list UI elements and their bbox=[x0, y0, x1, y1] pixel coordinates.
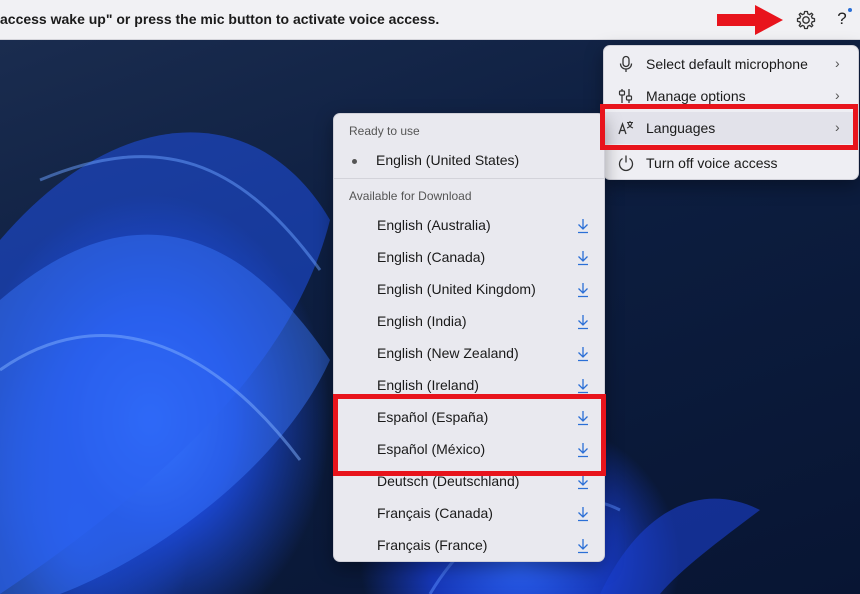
language-item[interactable]: English (Canada) bbox=[334, 242, 604, 274]
language-label: English (India) bbox=[377, 313, 467, 329]
language-label: English (United States) bbox=[376, 152, 520, 168]
language-item[interactable]: English (United Kingdom) bbox=[334, 274, 604, 306]
language-label: English (Canada) bbox=[377, 249, 486, 265]
notification-dot bbox=[848, 8, 852, 12]
download-icon[interactable] bbox=[576, 346, 590, 362]
language-item[interactable]: English (India) bbox=[334, 306, 604, 338]
download-icon[interactable] bbox=[576, 282, 590, 298]
voice-access-message: access wake up" or press the mic button … bbox=[0, 11, 440, 27]
download-icon[interactable] bbox=[576, 314, 590, 330]
options-icon bbox=[618, 89, 633, 103]
languages-submenu: Ready to use English (United States) Ava… bbox=[333, 113, 605, 562]
language-label: Français (France) bbox=[377, 537, 488, 553]
highlight-spanish-languages bbox=[333, 394, 606, 476]
chevron-right-icon: › bbox=[835, 55, 840, 71]
download-icon[interactable] bbox=[576, 218, 590, 234]
menu-item-label: Manage options bbox=[646, 88, 746, 104]
language-item[interactable]: English (New Zealand) bbox=[334, 338, 604, 370]
help-button[interactable]: ? bbox=[832, 9, 852, 31]
microphone-icon bbox=[619, 55, 633, 72]
download-icon[interactable] bbox=[576, 250, 590, 266]
available-for-download-heading: Available for Download bbox=[349, 189, 472, 203]
language-label: English (United Kingdom) bbox=[377, 281, 536, 297]
language-item-current[interactable]: English (United States) bbox=[334, 145, 604, 177]
divider bbox=[334, 178, 604, 179]
menu-item-select-microphone[interactable]: Select default microphone › bbox=[604, 48, 858, 80]
download-icon[interactable] bbox=[576, 538, 590, 554]
chevron-right-icon: › bbox=[835, 87, 840, 103]
gear-icon[interactable] bbox=[794, 8, 818, 32]
download-icon[interactable] bbox=[576, 378, 590, 394]
red-arrow-annotation bbox=[717, 5, 783, 35]
download-icon[interactable] bbox=[576, 474, 590, 490]
menu-item-label: Turn off voice access bbox=[646, 155, 778, 171]
language-label: Français (Canada) bbox=[377, 505, 493, 521]
menu-item-turn-off[interactable]: Turn off voice access bbox=[604, 147, 858, 179]
menu-item-label: Select default microphone bbox=[646, 56, 808, 72]
language-label: English (Ireland) bbox=[377, 377, 479, 393]
language-label: English (New Zealand) bbox=[377, 345, 519, 361]
language-item[interactable]: English (Australia) bbox=[334, 210, 604, 242]
ready-to-use-heading: Ready to use bbox=[349, 124, 420, 138]
voice-access-bar: access wake up" or press the mic button … bbox=[0, 0, 860, 40]
language-item[interactable]: Français (Canada) bbox=[334, 498, 604, 530]
language-item[interactable]: Français (France) bbox=[334, 530, 604, 562]
highlight-languages bbox=[600, 104, 858, 150]
language-label: English (Australia) bbox=[377, 217, 491, 233]
download-icon[interactable] bbox=[576, 506, 590, 522]
power-icon bbox=[618, 155, 634, 172]
